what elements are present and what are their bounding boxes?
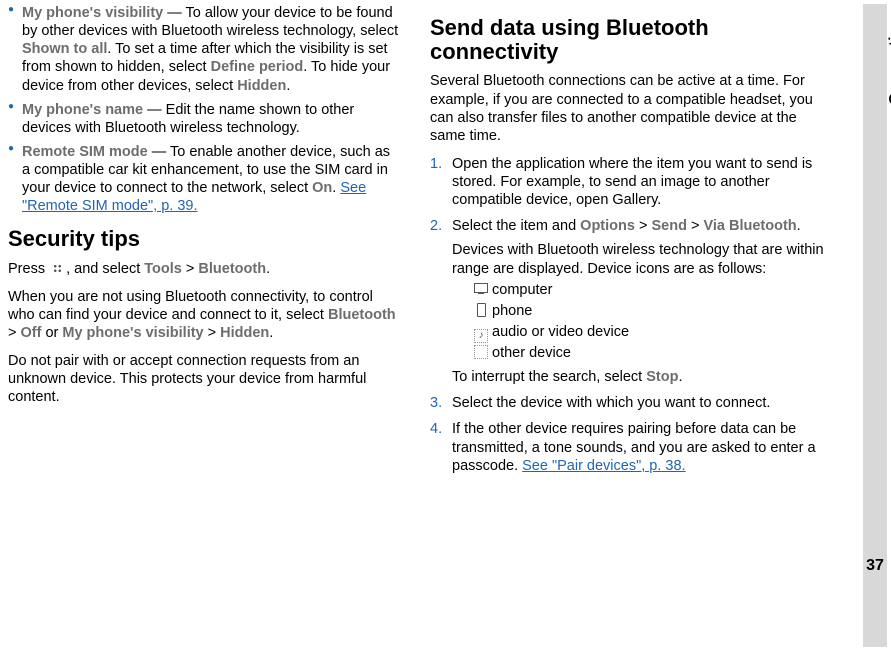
setting-name: Remote SIM mode [22, 144, 148, 160]
text: . [797, 218, 801, 234]
paragraph: When you are not using Bluetooth connect… [8, 288, 402, 342]
step-4: If the other device requires pairing bef… [430, 420, 826, 474]
separator: > [204, 325, 221, 341]
ui-stop: Stop [646, 369, 678, 385]
text: . [266, 261, 270, 277]
step-subtext: To interrupt the search, select Stop. [452, 368, 826, 386]
separator: > [687, 218, 704, 234]
text: When you are not using Bluetooth connect… [8, 289, 373, 323]
ui-tools: Tools [144, 261, 182, 277]
ui-off: Off [21, 325, 42, 341]
paragraph: Several Bluetooth connections can be act… [430, 72, 826, 145]
step-1: Open the application where the item you … [430, 155, 826, 209]
step-subtext: Devices with Bluetooth wireless technolo… [452, 241, 826, 277]
device-line-phone: phone [474, 302, 826, 320]
paragraph: Press , and select Tools > Bluetooth. [8, 260, 402, 278]
text: , and select [66, 261, 144, 277]
device-line-other: other device [474, 344, 826, 362]
ui-hidden: Hidden [220, 325, 269, 341]
heading-security-tips: Security tips [8, 227, 402, 251]
left-column: My phone's visibility — To allow your de… [0, 0, 420, 651]
step-3: Select the device with which you want to… [430, 394, 826, 412]
ui-bluetooth: Bluetooth [328, 307, 396, 323]
text: computer [492, 282, 552, 298]
steps-list: Open the application where the item you … [430, 155, 826, 475]
heading-send-data: Send data using Bluetooth connectivity [430, 16, 826, 64]
text: other device [492, 345, 571, 361]
ui-my-phones-visibility: My phone's visibility [62, 325, 203, 341]
ui-hidden: Hidden [237, 78, 286, 94]
text: phone [492, 303, 532, 319]
bullet-remote-sim: Remote SIM mode — To enable another devi… [8, 143, 402, 216]
ui-shown-to-all: Shown to all [22, 41, 107, 57]
bullet-name: My phone's name — Edit the name shown to… [8, 101, 402, 137]
text: Select the device with which you want to… [452, 395, 770, 411]
phone-icon [474, 303, 488, 317]
separator: > [182, 261, 199, 277]
paragraph: Do not pair with or accept connection re… [8, 352, 402, 406]
text: Open the application where the item you … [452, 156, 812, 208]
separator: > [8, 325, 21, 341]
section-label: Connections [887, 8, 891, 128]
audio-icon [474, 325, 488, 339]
separator: > [635, 218, 652, 234]
text: . [286, 78, 290, 94]
computer-icon [474, 282, 488, 296]
ui-via-bluetooth: Via Bluetooth [703, 218, 796, 234]
setting-name: My phone's visibility [22, 5, 163, 21]
text: To interrupt the search, select [452, 369, 646, 385]
page-number: 37 [863, 557, 887, 575]
text: Select the item and [452, 218, 580, 234]
text: audio or video device [492, 324, 629, 340]
device-line-audio: audio or video device [474, 323, 826, 341]
side-tab: Connections 37 [863, 4, 887, 647]
ui-bluetooth: Bluetooth [198, 261, 266, 277]
setting-name: My phone's name [22, 102, 143, 118]
link-pair-devices[interactable]: See "Pair devices", p. 38. [522, 458, 685, 474]
ui-options: Options [580, 218, 635, 234]
text: or [41, 325, 62, 341]
page: My phone's visibility — To allow your de… [0, 0, 891, 651]
text: . [678, 369, 682, 385]
step-2: Select the item and Options > Send > Via… [430, 217, 826, 386]
bullet-visibility: My phone's visibility — To allow your de… [8, 4, 402, 95]
right-column: Send data using Bluetooth connectivity S… [420, 0, 840, 651]
ui-send: Send [651, 218, 686, 234]
text: Press [8, 261, 49, 277]
device-line-computer: computer [474, 281, 826, 299]
ui-on: On [312, 180, 332, 196]
other-device-icon [474, 345, 488, 359]
ui-define-period: Define period [211, 59, 304, 75]
settings-list: My phone's visibility — To allow your de… [8, 4, 402, 215]
text: . [269, 325, 273, 341]
menu-key-icon [51, 262, 64, 275]
